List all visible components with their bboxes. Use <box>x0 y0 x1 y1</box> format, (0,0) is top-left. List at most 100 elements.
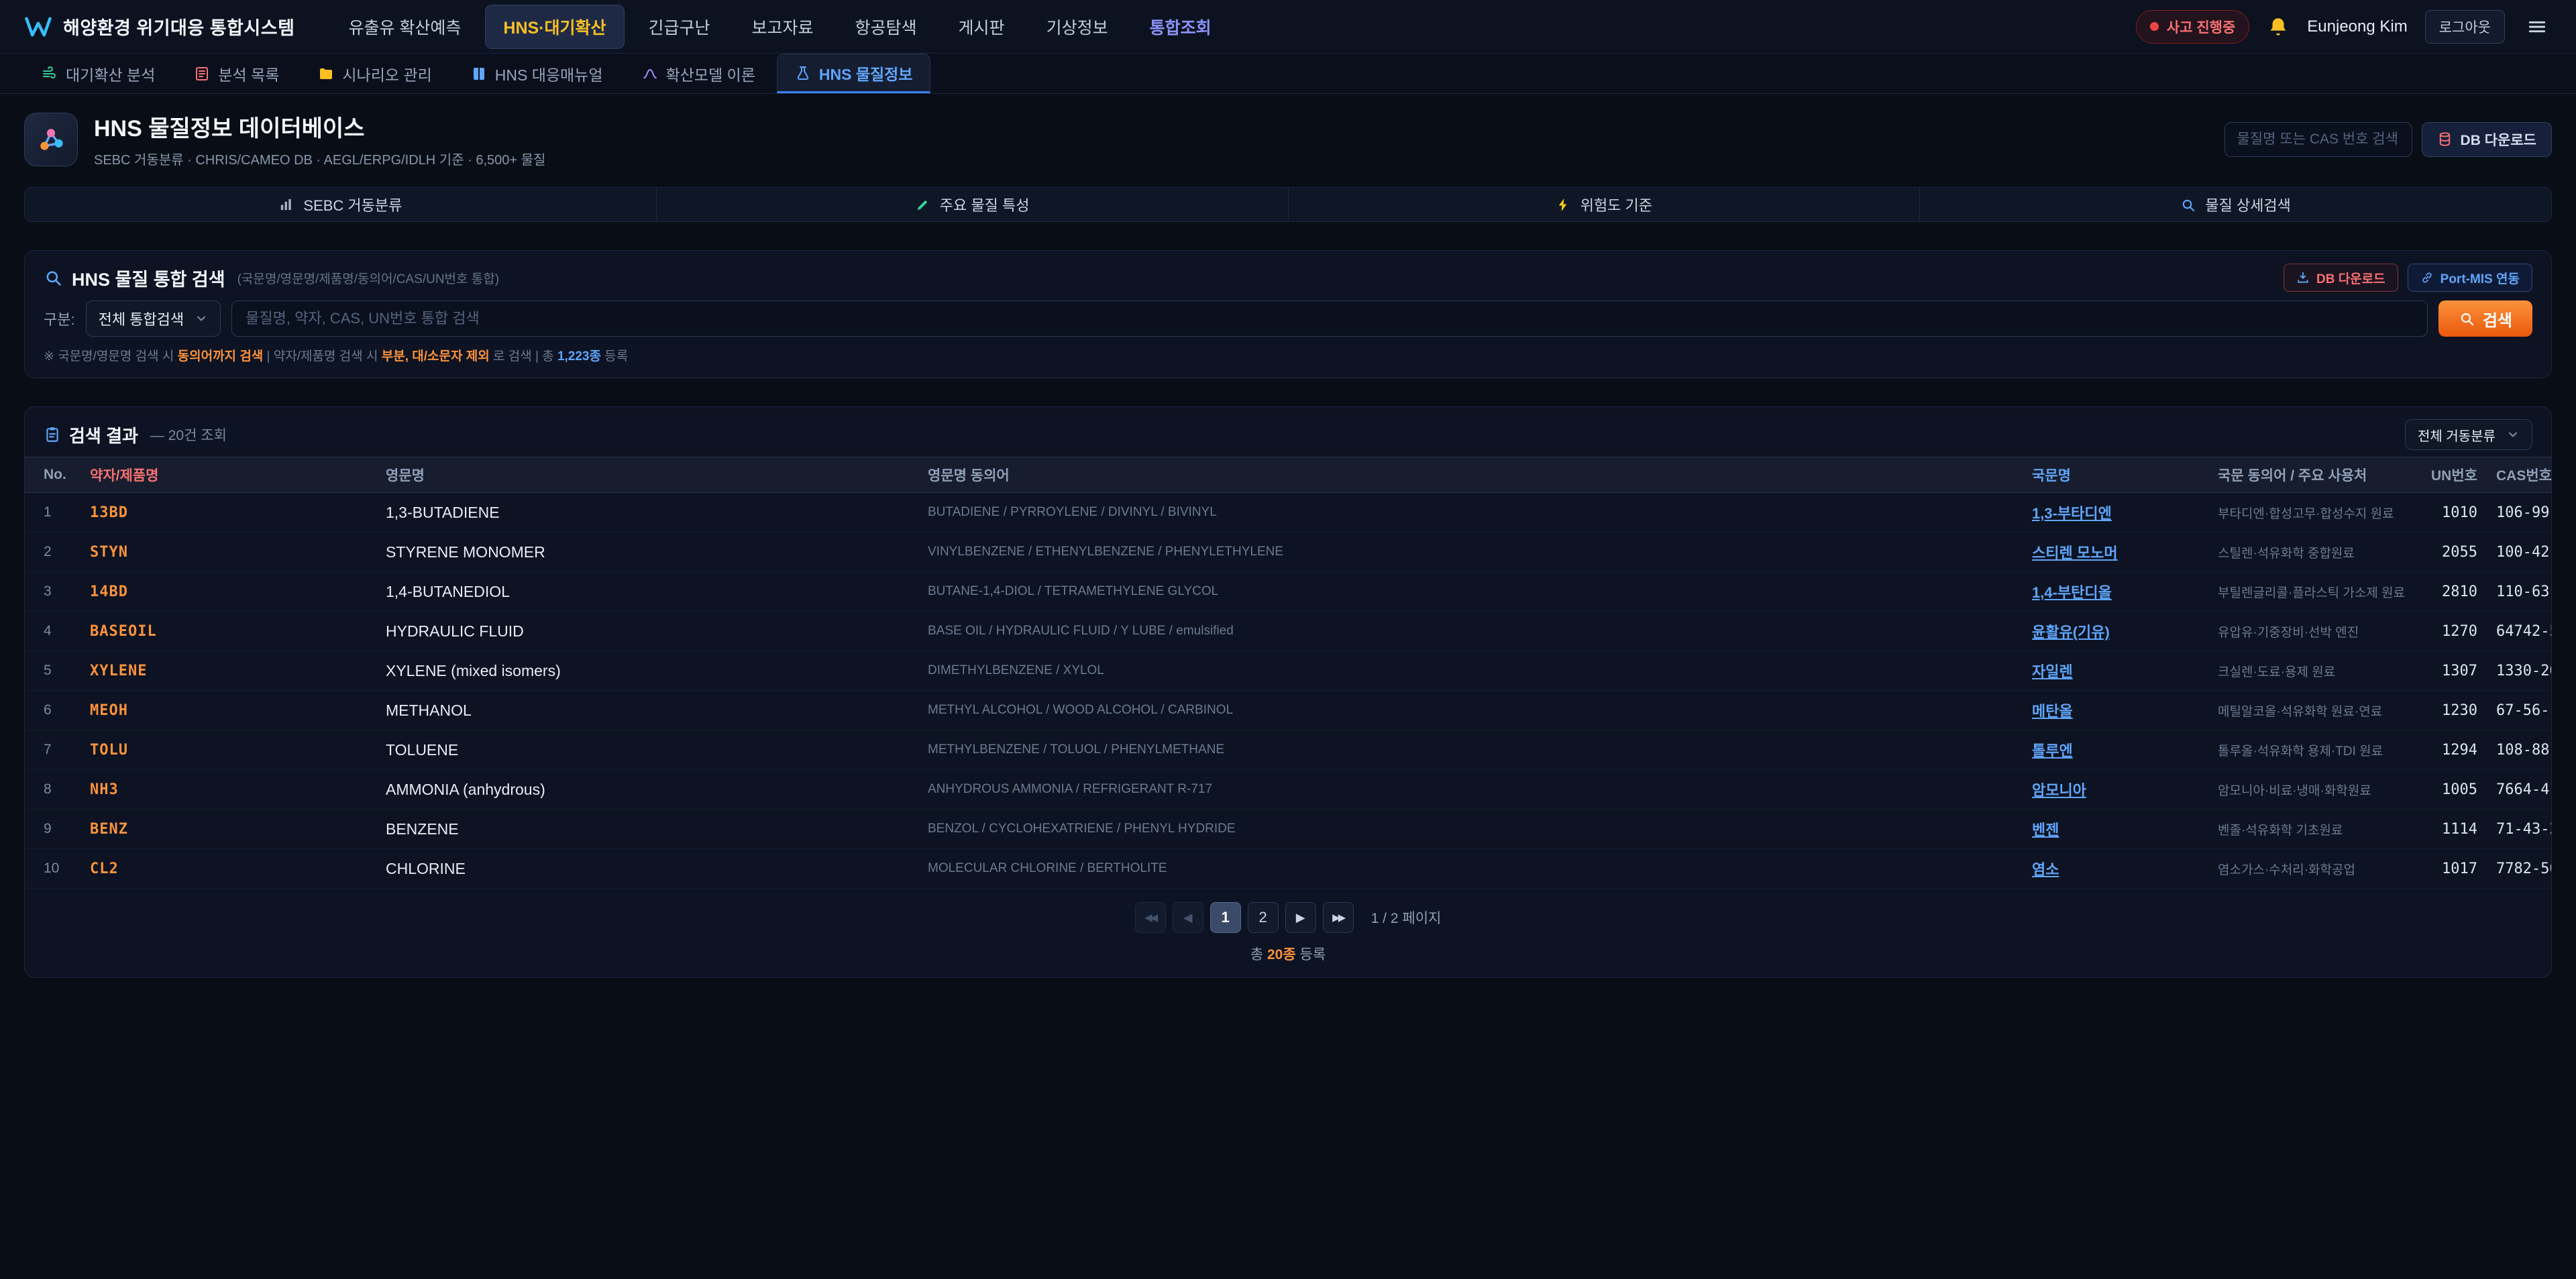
table-row[interactable]: 1 13BD 1,3-BUTADIENE BUTADIENE / PYRROYL… <box>25 493 2551 533</box>
user-name: Eunjeong Kim <box>2307 17 2407 36</box>
page-info: 1 / 2 페이지 <box>1371 907 1442 928</box>
quick-item-label: 주요 물질 특성 <box>940 194 1030 215</box>
table-row[interactable]: 4 BASEOIL HYDRAULIC FLUID BASE OIL / HYD… <box>25 612 2551 651</box>
header-search-input[interactable] <box>2224 122 2412 157</box>
table-row[interactable]: 5 XYLENE XYLENE (mixed isomers) DIMETHYL… <box>25 651 2551 691</box>
search-icon <box>44 268 62 287</box>
quick-substance-detail-search[interactable]: 물질 상세검색 <box>1920 188 2551 221</box>
search-button-label: 검색 <box>2483 307 2512 331</box>
unified-search-input[interactable] <box>231 300 2428 337</box>
behavior-filter-select[interactable]: 전체 거동분류 <box>2405 419 2532 450</box>
last-page-button[interactable]: ▶▶ <box>1323 902 1354 933</box>
korean-name-link[interactable]: 스티렌 모노머 <box>2032 545 2118 561</box>
tab-dispersion-analysis[interactable]: 대기확산 분석 <box>24 54 172 93</box>
cell-abbr: 13BD <box>80 493 376 533</box>
col-un-number[interactable]: UN번호 <box>2413 457 2487 493</box>
col-english-name[interactable]: 영문명 <box>376 457 918 493</box>
logout-button[interactable]: 로그아웃 <box>2425 10 2505 44</box>
portmis-link-button[interactable]: Port-MIS 연동 <box>2408 264 2532 292</box>
search-panel-title: HNS 물질 통합 검색 <box>72 265 225 291</box>
top-nav: 해양환경 위기대응 통합시스템 유출유 확산예측 HNS·대기확산 긴급구난 보… <box>0 0 2576 54</box>
cell-english-synonyms: DIMETHYLBENZENE / XYLOL <box>918 651 2023 691</box>
nav-item-hns-air-dispersion[interactable]: HNS·대기확산 <box>485 5 624 49</box>
nav-item-integrated-search[interactable]: 통합조회 <box>1132 5 1229 48</box>
korean-name-link[interactable]: 자일렌 <box>2032 663 2073 680</box>
tab-analysis-list[interactable]: 분석 목록 <box>176 54 297 93</box>
brand-title: 해양환경 위기대응 통합시스템 <box>63 13 294 40</box>
table-row[interactable]: 10 CL2 CHLORINE MOLECULAR CHLORINE / BER… <box>25 849 2551 889</box>
page-title: HNS 물질정보 데이터베이스 <box>94 110 545 143</box>
results-title: 검색 결과 <box>69 423 138 447</box>
table-row[interactable]: 7 TOLU TOLUENE METHYLBENZENE / TOLUOL / … <box>25 730 2551 770</box>
col-cas-number[interactable]: CAS번호 <box>2487 457 2551 493</box>
search-button[interactable]: 검색 <box>2438 300 2532 337</box>
col-abbr[interactable]: 약자/제품명 <box>80 457 376 493</box>
table-row[interactable]: 3 14BD 1,4-BUTANEDIOL BUTANE-1,4-DIOL / … <box>25 572 2551 612</box>
korean-name-link[interactable]: 벤젠 <box>2032 822 2059 838</box>
cell-english-synonyms: VINYLBENZENE / ETHENYLBENZENE / PHENYLET… <box>918 533 2023 572</box>
tab-label: 대기확산 분석 <box>66 62 155 85</box>
quick-risk-criteria[interactable]: 위험도 기준 <box>1289 188 1921 221</box>
col-korean-name[interactable]: 국문명 <box>2023 457 2208 493</box>
search-row: 구분: 전체 통합검색 검색 <box>44 300 2532 337</box>
col-no: No. <box>25 457 80 493</box>
cell-korean-synonyms: 메틸알코올·석유화학 원료·연료 <box>2208 691 2413 730</box>
db-download-button[interactable]: DB 다운로드 <box>2422 122 2552 157</box>
korean-name-link[interactable]: 1,4-부탄디올 <box>2032 584 2112 601</box>
cell-abbr: CL2 <box>80 849 376 889</box>
tab-scenario-management[interactable]: 시나리오 관리 <box>301 54 449 93</box>
hns-search-panel: HNS 물질 통합 검색 (국문명/영문명/제품명/동의어/CAS/UN번호 통… <box>24 250 2552 378</box>
quick-sebc-classification[interactable]: SEBC 거동분류 <box>25 188 657 221</box>
menu-button[interactable] <box>2522 12 2552 42</box>
quick-item-label: 물질 상세검색 <box>2205 194 2291 215</box>
db-download-small-button[interactable]: DB 다운로드 <box>2284 264 2398 292</box>
link-icon <box>2420 271 2434 284</box>
cell-english-name: AMMONIA (anhydrous) <box>376 770 918 810</box>
table-row[interactable]: 9 BENZ BENZENE BENZOL / CYCLOHEXATRIENE … <box>25 810 2551 849</box>
nav-item-emergency-rescue[interactable]: 긴급구난 <box>631 5 728 48</box>
page-header-actions: DB 다운로드 <box>2224 122 2552 157</box>
nav-item-reports[interactable]: 보고자료 <box>735 5 831 48</box>
cell-english-name: HYDRAULIC FLUID <box>376 612 918 651</box>
cell-abbr: NH3 <box>80 770 376 810</box>
quick-item-label: 위험도 기준 <box>1580 194 1652 215</box>
nav-item-weather[interactable]: 기상정보 <box>1029 5 1126 48</box>
search-icon <box>2459 311 2475 327</box>
tab-hns-substance-info[interactable]: HNS 물질정보 <box>777 54 931 93</box>
prev-page-button[interactable]: ◀ <box>1173 902 1203 933</box>
brand[interactable]: 해양환경 위기대응 통합시스템 <box>24 13 294 41</box>
korean-name-link[interactable]: 1,3-부타디엔 <box>2032 505 2112 522</box>
table-row[interactable]: 8 NH3 AMMONIA (anhydrous) ANHYDROUS AMMO… <box>25 770 2551 810</box>
nav-item-aerial-search[interactable]: 항공탐색 <box>838 5 934 48</box>
korean-name-link[interactable]: 톨루엔 <box>2032 742 2073 759</box>
korean-name-link[interactable]: 윤활유(기유) <box>2032 624 2110 641</box>
cell-english-synonyms: BUTADIENE / PYRROYLENE / DIVINYL / BIVIN… <box>918 493 2023 533</box>
first-page-button[interactable]: ◀◀ <box>1135 902 1166 933</box>
tab-dispersion-model-theory[interactable]: 확산모델 이론 <box>625 54 773 93</box>
cell-korean-name: 벤젠 <box>2023 810 2208 849</box>
page-button-1[interactable]: 1 <box>1210 902 1241 933</box>
pencil-icon <box>915 197 930 213</box>
tab-hns-response-manual[interactable]: HNS 대응매뉴얼 <box>453 54 621 93</box>
table-row[interactable]: 2 STYN STYRENE MONOMER VINYLBENZENE / ET… <box>25 533 2551 572</box>
incident-status-badge[interactable]: 사고 진행중 <box>2136 10 2249 44</box>
korean-name-link[interactable]: 메탄올 <box>2032 703 2073 720</box>
cell-korean-synonyms: 염소가스·수처리·화학공업 <box>2208 849 2413 889</box>
hint-segment: | 약자/제품명 검색 시 <box>263 349 381 364</box>
korean-name-link[interactable]: 염소 <box>2032 861 2059 878</box>
nav-item-oil-spill-forecast[interactable]: 유출유 확산예측 <box>331 5 478 48</box>
page-button-2[interactable]: 2 <box>1248 902 1279 933</box>
bell-icon[interactable] <box>2267 15 2290 38</box>
search-results-panel: 검색 결과 — 20건 조회 전체 거동분류 No. 약자/제품명 영문명 영문… <box>24 406 2552 978</box>
table-row[interactable]: 6 MEOH METHANOL METHYL ALCOHOL / WOOD AL… <box>25 691 2551 730</box>
quick-substance-properties[interactable]: 주요 물질 특성 <box>657 188 1289 221</box>
book-icon <box>471 66 487 82</box>
next-page-button[interactable]: ▶ <box>1285 902 1316 933</box>
total-prefix: 총 <box>1250 947 1267 962</box>
cell-english-synonyms: METHYLBENZENE / TOLUOL / PHENYLMETHANE <box>918 730 2023 770</box>
cell-english-name: STYRENE MONOMER <box>376 533 918 572</box>
page-icon-box <box>24 113 78 166</box>
search-type-select[interactable]: 전체 통합검색 <box>86 300 221 337</box>
nav-item-board[interactable]: 게시판 <box>941 5 1022 48</box>
korean-name-link[interactable]: 암모니아 <box>2032 782 2086 799</box>
